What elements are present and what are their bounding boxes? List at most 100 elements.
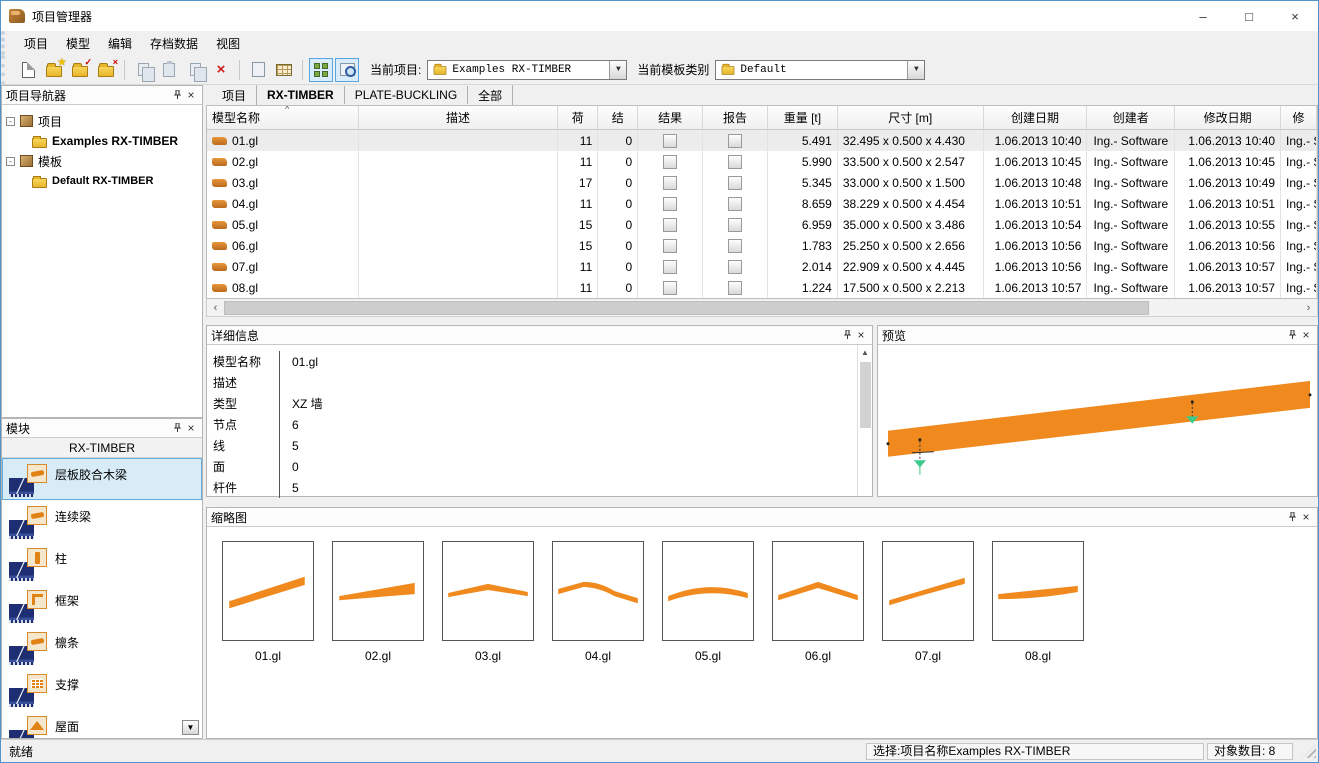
report-checkbox[interactable] xyxy=(728,134,742,148)
tiles-view-toggle-icon[interactable] xyxy=(309,58,333,82)
tree-node-examples-rx-timber[interactable]: Examples RX-TIMBER xyxy=(6,131,198,151)
close-icon[interactable]: × xyxy=(184,421,198,435)
tab-项目[interactable]: 项目 xyxy=(212,85,257,106)
column-header-描述[interactable]: 描述 xyxy=(359,106,559,129)
thumbnail-06.gl[interactable]: 06.gl xyxy=(763,541,873,663)
template-category-combobox[interactable]: Default ▼ xyxy=(715,60,925,80)
duplicate-icon[interactable] xyxy=(183,58,207,82)
thumbnail-02.gl[interactable]: 02.gl xyxy=(323,541,433,663)
results-checkbox[interactable] xyxy=(663,134,677,148)
results-checkbox[interactable] xyxy=(663,239,677,253)
table-row-02.gl[interactable]: 02.gl1105.99033.500 x 0.500 x 2.5471.06.… xyxy=(207,151,1317,172)
delete-icon[interactable]: × xyxy=(209,58,233,82)
table-row-05.gl[interactable]: 05.gl1506.95935.000 x 0.500 x 3.4861.06.… xyxy=(207,214,1317,235)
results-checkbox[interactable] xyxy=(663,197,677,211)
menu-item-视图[interactable]: 视图 xyxy=(207,32,249,55)
column-header-创建者[interactable]: 创建者 xyxy=(1087,106,1175,129)
report-checkbox[interactable] xyxy=(728,218,742,232)
scrollbar-thumb[interactable] xyxy=(224,301,1149,315)
paste-icon[interactable] xyxy=(157,58,181,82)
maximize-button[interactable]: □ xyxy=(1226,1,1272,31)
module-item-支撑[interactable]: 支撑 xyxy=(2,668,202,710)
menu-item-项目[interactable]: 项目 xyxy=(15,32,57,55)
new-model-icon[interactable] xyxy=(16,58,40,82)
edit-project-folder-icon[interactable]: ✓ xyxy=(68,58,92,82)
chevron-down-icon[interactable]: ▼ xyxy=(609,61,626,79)
pin-icon[interactable] xyxy=(1285,512,1299,522)
menu-item-模型[interactable]: 模型 xyxy=(57,32,99,55)
thumbnail-04.gl[interactable]: 04.gl xyxy=(543,541,653,663)
scroll-down-icon[interactable]: ▼ xyxy=(182,720,199,735)
details-scrollbar[interactable]: ▲ xyxy=(857,345,872,496)
table-row-06.gl[interactable]: 06.gl1501.78325.250 x 0.500 x 2.6561.06.… xyxy=(207,235,1317,256)
close-icon[interactable]: × xyxy=(854,328,868,342)
report-checkbox[interactable] xyxy=(728,281,742,295)
table-row-01.gl[interactable]: 01.gl1105.49132.495 x 0.500 x 4.4301.06.… xyxy=(207,130,1317,151)
tab-RX-TIMBER[interactable]: RX-TIMBER xyxy=(257,86,345,104)
tree-node-templates[interactable]: - 模板 xyxy=(6,151,198,171)
scrollbar-thumb[interactable] xyxy=(860,362,871,428)
column-header-修[interactable]: 修 xyxy=(1281,106,1317,129)
table-row-08.gl[interactable]: 08.gl1101.22417.500 x 0.500 x 2.2131.06.… xyxy=(207,277,1317,298)
module-item-柱[interactable]: 柱 xyxy=(2,542,202,584)
thumbnail-01.gl[interactable]: 01.gl xyxy=(213,541,323,663)
close-icon[interactable]: × xyxy=(184,88,198,102)
column-header-报告[interactable]: 报告 xyxy=(703,106,768,129)
preview-view-toggle-icon[interactable] xyxy=(335,58,359,82)
chevron-down-icon[interactable]: ▼ xyxy=(907,61,924,79)
current-project-combobox[interactable]: Examples RX-TIMBER ▼ xyxy=(427,60,627,80)
module-item-连续梁[interactable]: 连续梁 xyxy=(2,500,202,542)
thumbnail-05.gl[interactable]: 05.gl xyxy=(653,541,763,663)
column-header-结果[interactable]: 结果 xyxy=(638,106,703,129)
collapse-icon[interactable]: - xyxy=(6,157,15,166)
report-checkbox[interactable] xyxy=(728,197,742,211)
close-icon[interactable]: × xyxy=(1299,510,1313,524)
results-checkbox[interactable] xyxy=(663,218,677,232)
column-header-创建日期[interactable]: 创建日期 xyxy=(984,106,1088,129)
close-button[interactable]: × xyxy=(1272,1,1318,31)
column-header-修改日期[interactable]: 修改日期 xyxy=(1175,106,1281,129)
menu-item-编辑[interactable]: 编辑 xyxy=(99,32,141,55)
column-header-结[interactable]: 结 xyxy=(598,106,638,129)
report-checkbox[interactable] xyxy=(728,155,742,169)
modules-group-header[interactable]: RX-TIMBER xyxy=(2,438,202,458)
module-item-檩条[interactable]: 檩条 xyxy=(2,626,202,668)
resize-grip-icon[interactable] xyxy=(1302,744,1316,758)
tree-node-projects[interactable]: - 项目 xyxy=(6,111,198,131)
menu-item-存档数据[interactable]: 存档数据 xyxy=(141,32,207,55)
scroll-right-icon[interactable]: › xyxy=(1300,302,1317,314)
thumbnail-07.gl[interactable]: 07.gl xyxy=(873,541,983,663)
results-checkbox[interactable] xyxy=(663,176,677,190)
module-item-层板胶合木梁[interactable]: 层板胶合木梁 xyxy=(2,458,202,500)
archive-table-icon[interactable] xyxy=(272,58,296,82)
pin-icon[interactable] xyxy=(840,330,854,340)
thumbnail-03.gl[interactable]: 03.gl xyxy=(433,541,543,663)
pin-icon[interactable] xyxy=(170,423,184,433)
module-item-屋面[interactable]: 屋面 xyxy=(2,710,202,738)
column-header-尺寸 [m][interactable]: 尺寸 [m] xyxy=(838,106,984,129)
collapse-icon[interactable]: - xyxy=(6,117,15,126)
minimize-button[interactable]: – xyxy=(1180,1,1226,31)
report-checkbox[interactable] xyxy=(728,176,742,190)
table-row-03.gl[interactable]: 03.gl1705.34533.000 x 0.500 x 1.5001.06.… xyxy=(207,172,1317,193)
pin-icon[interactable] xyxy=(1285,330,1299,340)
module-item-框架[interactable]: 框架 xyxy=(2,584,202,626)
report-checkbox[interactable] xyxy=(728,239,742,253)
close-icon[interactable]: × xyxy=(1299,328,1313,342)
tree-node-default-template[interactable]: Default RX-TIMBER xyxy=(6,171,198,191)
table-row-07.gl[interactable]: 07.gl1102.01422.909 x 0.500 x 4.4451.06.… xyxy=(207,256,1317,277)
scroll-left-icon[interactable]: ‹ xyxy=(207,302,224,314)
rename-icon[interactable] xyxy=(246,58,270,82)
results-checkbox[interactable] xyxy=(663,260,677,274)
horizontal-scrollbar[interactable]: ‹ › xyxy=(206,299,1318,317)
delete-project-folder-icon[interactable]: × xyxy=(94,58,118,82)
copy-icon[interactable] xyxy=(131,58,155,82)
new-project-folder-icon[interactable]: ★ xyxy=(42,58,66,82)
pin-icon[interactable] xyxy=(170,90,184,100)
table-row-04.gl[interactable]: 04.gl1108.65938.229 x 0.500 x 4.4541.06.… xyxy=(207,193,1317,214)
tab-全部[interactable]: 全部 xyxy=(468,85,513,106)
tab-PLATE-BUCKLING[interactable]: PLATE-BUCKLING xyxy=(345,86,468,104)
thumbnail-08.gl[interactable]: 08.gl xyxy=(983,541,1093,663)
scroll-up-icon[interactable]: ▲ xyxy=(861,345,869,360)
column-header-重量 [t][interactable]: 重量 [t] xyxy=(768,106,838,129)
